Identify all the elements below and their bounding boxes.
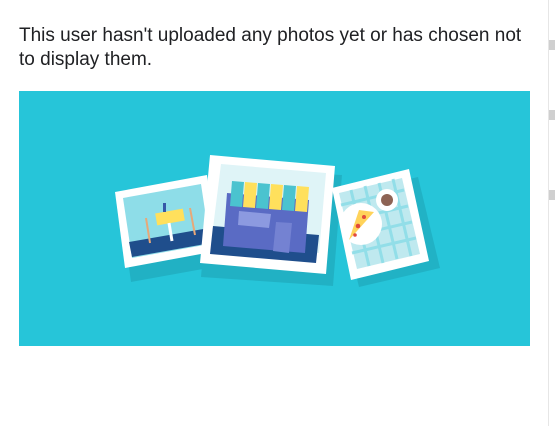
scrollbar-tick bbox=[549, 110, 555, 120]
scrollbar-tick bbox=[549, 190, 555, 200]
scrollbar-tick bbox=[549, 40, 555, 50]
empty-photos-message: This user hasn't uploaded any photos yet… bbox=[19, 25, 522, 70]
storefront-photo-icon bbox=[200, 155, 335, 274]
photos-empty-illustration bbox=[19, 91, 530, 346]
right-edge-divider bbox=[548, 0, 549, 426]
